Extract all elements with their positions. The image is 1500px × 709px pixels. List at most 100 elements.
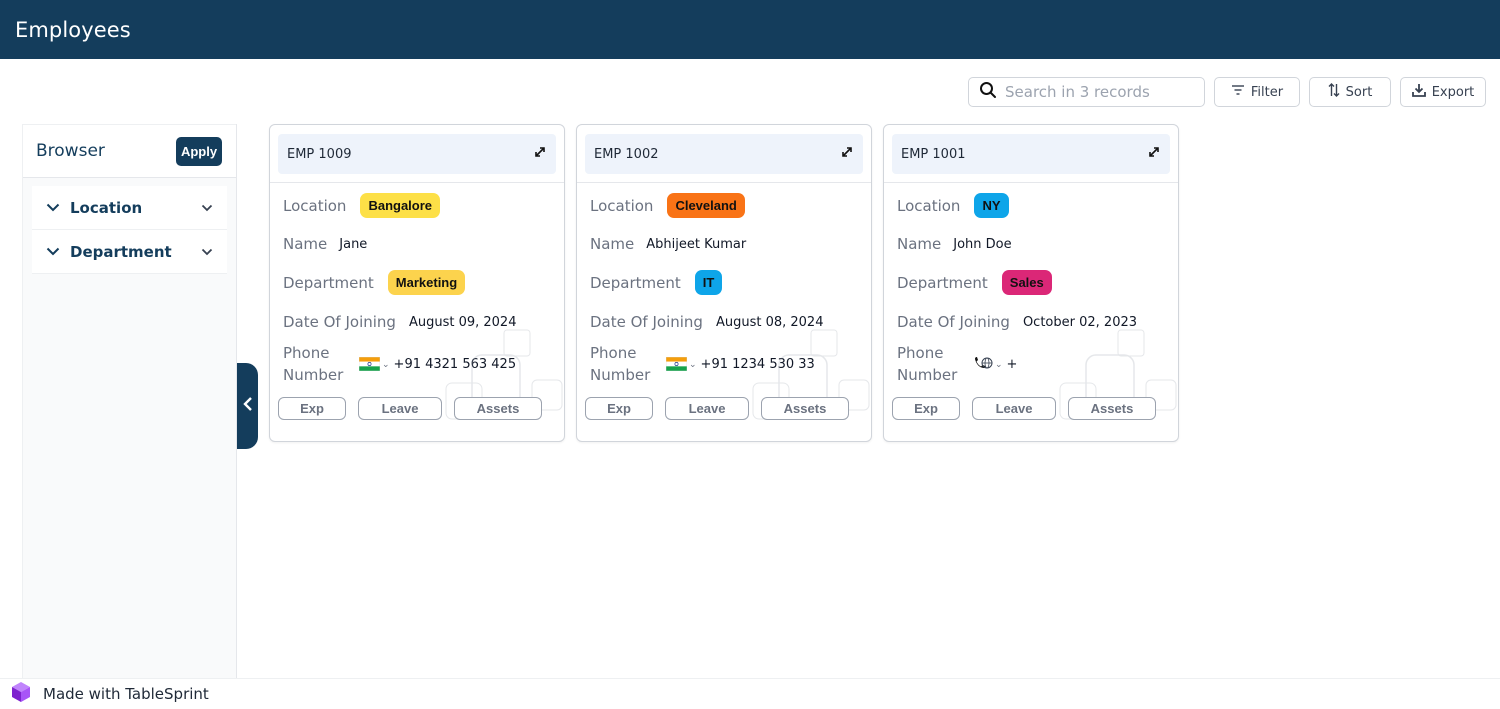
employee-card[interactable]: EMP 1002 Location Cleveland Name Abhijee… <box>576 124 872 442</box>
divider <box>577 182 871 183</box>
employee-id: EMP 1009 <box>287 146 352 162</box>
employee-name: Jane <box>339 236 368 252</box>
phone-label: Phone Number <box>283 344 344 384</box>
expand-icon[interactable] <box>1148 145 1160 163</box>
exp-button[interactable]: Exp <box>892 397 960 420</box>
card-header: EMP 1009 <box>278 134 556 174</box>
field-label: Name <box>590 235 635 253</box>
employee-id: EMP 1001 <box>901 146 966 162</box>
field-label: Location <box>590 196 654 215</box>
chevron-left-icon <box>242 396 253 417</box>
collapse-sidebar-button[interactable] <box>237 363 258 449</box>
browser-header: Browser Apply <box>23 124 236 178</box>
expand-icon[interactable] <box>841 145 853 163</box>
field-name: Name Jane <box>283 235 367 253</box>
employee-name: John Doe <box>953 236 1012 252</box>
india-flag-icon[interactable] <box>359 357 380 371</box>
field-label: Date Of Joining <box>897 313 1010 331</box>
employee-id: EMP 1002 <box>594 146 659 162</box>
field-label: Name <box>897 235 942 253</box>
chevron-down-icon <box>46 199 60 217</box>
field-label: Date Of Joining <box>283 313 396 331</box>
field-label: Name <box>283 235 328 253</box>
divider <box>270 182 564 183</box>
leave-button[interactable]: Leave <box>358 397 442 420</box>
employee-name: Abhijeet Kumar <box>646 236 747 252</box>
globe-phone-icon[interactable] <box>973 356 993 372</box>
sort-button[interactable]: Sort <box>1309 77 1391 107</box>
page-title: Employees <box>15 17 131 42</box>
export-label: Export <box>1431 84 1475 100</box>
expand-icon[interactable] <box>534 145 546 163</box>
chevron-down-icon[interactable] <box>201 243 213 261</box>
card-actions: Exp Leave Assets <box>278 397 542 420</box>
facet-label: Department <box>70 242 172 261</box>
chevron-down-icon: ⌄ <box>995 358 1003 369</box>
facet-department[interactable]: Department <box>32 230 227 274</box>
india-flag-icon[interactable] <box>666 357 687 371</box>
field-label: Department <box>283 273 374 292</box>
search-icon <box>979 81 997 104</box>
chevron-down-icon: ⌄ <box>382 358 390 369</box>
footer-text: Made with TableSprint <box>43 685 209 703</box>
location-badge: NY <box>974 193 1009 218</box>
department-badge: Sales <box>1001 270 1052 295</box>
field-name: Name Abhijeet Kumar <box>590 235 746 253</box>
department-badge: Marketing <box>387 270 466 295</box>
field-name: Name John Doe <box>897 235 1012 253</box>
card-header: EMP 1002 <box>585 134 863 174</box>
card-header: EMP 1001 <box>892 134 1170 174</box>
phone-label: Phone Number <box>590 344 651 384</box>
chevron-down-icon <box>46 243 60 261</box>
assets-button[interactable]: Assets <box>1068 397 1156 420</box>
tablesprint-logo-icon <box>11 681 31 708</box>
assets-button[interactable]: Assets <box>454 397 542 420</box>
field-location: Location Cleveland <box>590 193 745 218</box>
toolbar: Filter Sort Export <box>968 77 1486 107</box>
field-phone: Phone Number ⌄ + <box>897 342 1017 386</box>
filter-icon <box>1231 84 1245 100</box>
divider <box>884 182 1178 183</box>
assets-button[interactable]: Assets <box>761 397 849 420</box>
app-header: Employees <box>0 0 1500 59</box>
card-grid: EMP 1009 Location Bangalore Name Jane De… <box>269 124 1179 442</box>
card-actions: Exp Leave Assets <box>585 397 849 420</box>
leave-button[interactable]: Leave <box>972 397 1056 420</box>
export-button[interactable]: Export <box>1400 77 1486 107</box>
phone-number: + <box>1006 356 1018 372</box>
leave-button[interactable]: Leave <box>665 397 749 420</box>
phone-label: Phone Number <box>897 344 958 384</box>
card-actions: Exp Leave Assets <box>892 397 1156 420</box>
facet-location[interactable]: Location <box>32 186 227 230</box>
field-location: Location NY <box>897 193 1009 218</box>
browser-title: Browser <box>36 141 105 161</box>
location-badge: Cleveland <box>667 193 745 218</box>
exp-button[interactable]: Exp <box>278 397 346 420</box>
field-location: Location Bangalore <box>283 193 441 218</box>
field-department: Department Sales <box>897 270 1052 295</box>
chevron-down-icon[interactable] <box>201 199 213 217</box>
field-department: Department IT <box>590 270 723 295</box>
filter-label: Filter <box>1250 84 1284 100</box>
department-badge: IT <box>694 270 723 295</box>
filter-button[interactable]: Filter <box>1214 77 1300 107</box>
sort-label: Sort <box>1345 84 1373 100</box>
browser-panel: Browser Apply Location Department <box>22 124 237 684</box>
facet-label: Location <box>70 198 143 217</box>
field-label: Date Of Joining <box>590 313 703 331</box>
field-label: Department <box>897 273 988 292</box>
field-department: Department Marketing <box>283 270 466 295</box>
location-badge: Bangalore <box>360 193 441 218</box>
download-icon <box>1411 83 1426 101</box>
field-label: Location <box>897 196 961 215</box>
employee-card[interactable]: EMP 1001 Location NY Name John Doe Depar… <box>883 124 1179 442</box>
field-label: Department <box>590 273 681 292</box>
employee-card[interactable]: EMP 1009 Location Bangalore Name Jane De… <box>269 124 565 442</box>
search-box[interactable] <box>968 77 1205 107</box>
apply-button[interactable]: Apply <box>176 136 222 166</box>
sort-icon <box>1328 82 1340 102</box>
footer: Made with TableSprint <box>0 678 1500 709</box>
exp-button[interactable]: Exp <box>585 397 653 420</box>
field-label: Location <box>283 196 347 215</box>
search-input[interactable] <box>1005 83 1195 101</box>
